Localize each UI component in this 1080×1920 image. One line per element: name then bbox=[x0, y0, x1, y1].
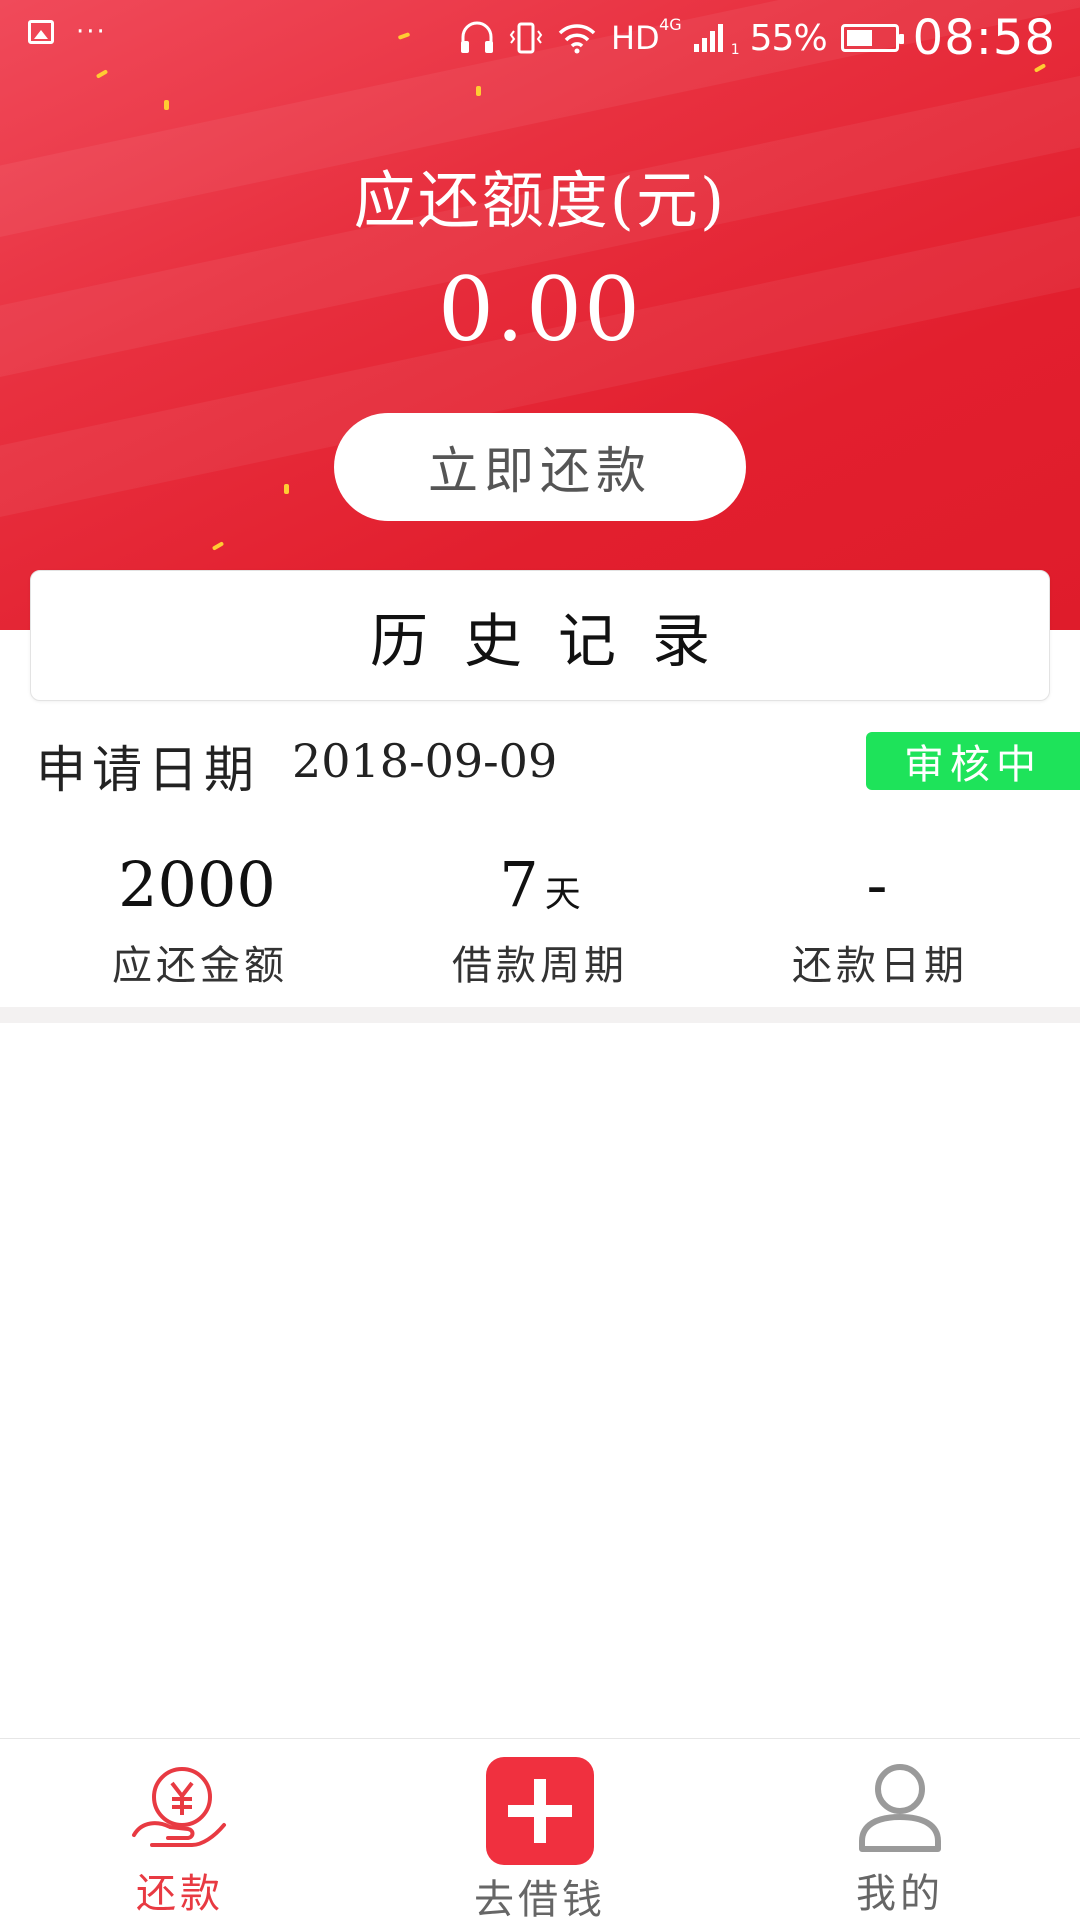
yen-hand-icon bbox=[130, 1763, 230, 1857]
user-icon bbox=[857, 1761, 943, 1857]
stat-label: 应还金额 bbox=[112, 943, 288, 989]
battery-percent: 55% bbox=[749, 17, 828, 59]
apply-date-value: 2018-09-09 bbox=[292, 734, 558, 788]
vibrate-icon bbox=[509, 21, 543, 55]
status-badge: 审核中 bbox=[866, 732, 1080, 790]
plus-icon bbox=[486, 1757, 594, 1865]
battery-icon bbox=[840, 24, 904, 52]
nav-label: 去借钱 bbox=[474, 1877, 606, 1920]
status-bar-left: ··· bbox=[28, 17, 107, 47]
status-bar-right: HD 4G 1 55% 08:58 bbox=[459, 10, 1056, 66]
stat-label: 借款周期 bbox=[452, 943, 628, 989]
amount-due-title: 应还额度(元) bbox=[353, 164, 727, 237]
stat-number: 2000 bbox=[118, 848, 276, 921]
bottom-navigation: 还款 去借钱 我的 bbox=[0, 1738, 1080, 1920]
stat-value: 2000 bbox=[20, 845, 380, 925]
confetti-decoration bbox=[284, 484, 289, 494]
nav-tab-mine[interactable]: 我的 bbox=[780, 1739, 1020, 1920]
sim-slot-label: 1 bbox=[730, 42, 740, 58]
stat-unit: 天 bbox=[544, 874, 581, 915]
stat-number: - bbox=[866, 848, 888, 921]
confetti-decoration bbox=[211, 541, 225, 551]
more-notifications-icon: ··· bbox=[76, 17, 107, 47]
section-divider bbox=[0, 1007, 1080, 1023]
repay-now-button[interactable]: 立即还款 bbox=[334, 413, 746, 521]
stat-label: 还款日期 bbox=[792, 943, 968, 989]
network-type-label: HD bbox=[610, 19, 660, 57]
stat-loan-period: 7天 借款周期 bbox=[360, 845, 720, 991]
nav-tab-repay[interactable]: 还款 bbox=[60, 1739, 300, 1920]
history-records-header[interactable]: 历史记录 bbox=[30, 570, 1050, 701]
record-stats: 2000 应还金额 7天 借款周期 - 还款日期 bbox=[0, 845, 1080, 1005]
stat-repay-date: - 还款日期 bbox=[700, 845, 1060, 991]
headphones-icon bbox=[459, 21, 495, 55]
confetti-decoration bbox=[164, 100, 169, 110]
stat-amount-due: 2000 应还金额 bbox=[20, 845, 380, 991]
repayment-page: ··· HD 4G 1 55% 08:58 应还额度(元) 0.00 立即还款 … bbox=[0, 0, 1080, 1920]
nav-tab-borrow[interactable]: 去借钱 bbox=[420, 1739, 660, 1920]
gallery-icon bbox=[28, 20, 54, 44]
battery-level bbox=[846, 30, 872, 46]
wifi-icon bbox=[557, 22, 597, 54]
hero-header: ··· HD 4G 1 55% 08:58 应还额度(元) 0.00 立即还款 bbox=[0, 0, 1080, 630]
nav-label: 我的 bbox=[856, 1871, 944, 1917]
network-generation: 4G bbox=[659, 15, 682, 34]
status-bar: ··· HD 4G 1 55% 08:58 bbox=[0, 0, 1080, 72]
nav-label: 还款 bbox=[136, 1871, 224, 1917]
apply-date-label: 申请日期 bbox=[36, 741, 260, 799]
clock: 08:58 bbox=[912, 10, 1056, 66]
stat-value: 7天 bbox=[360, 845, 720, 925]
amount-due-value: 0.00 bbox=[438, 258, 642, 361]
confetti-decoration bbox=[476, 86, 481, 96]
signal-icon: 1 bbox=[692, 22, 740, 58]
network-type: HD 4G bbox=[610, 15, 682, 57]
stat-number: 7 bbox=[499, 848, 539, 921]
stat-value: - bbox=[700, 845, 1060, 925]
record-header[interactable]: 申请日期 2018-09-09 审核中 bbox=[0, 720, 1080, 800]
